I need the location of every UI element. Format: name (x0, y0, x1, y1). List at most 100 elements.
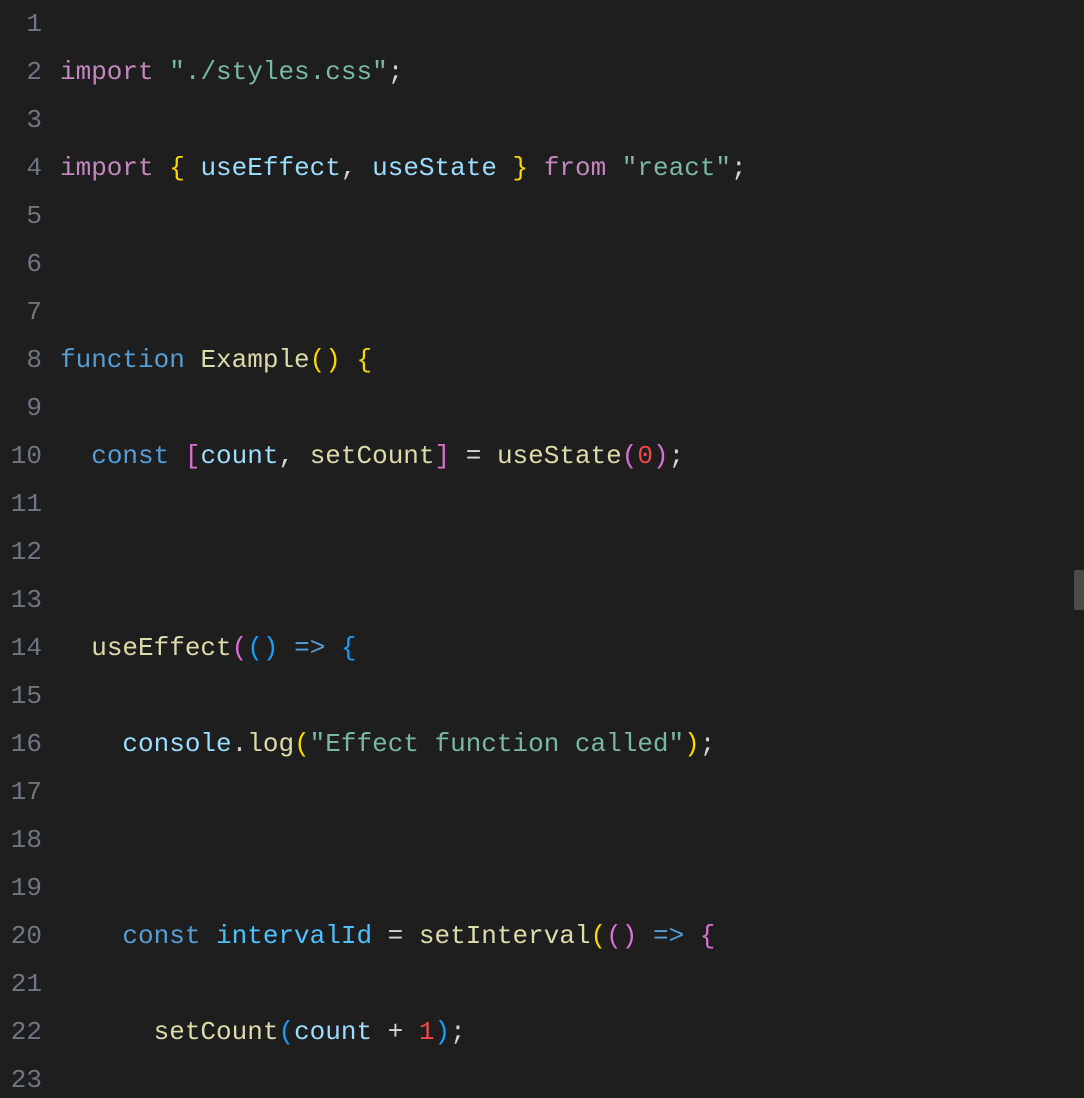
semicolon: ; (731, 153, 747, 183)
sp (154, 153, 170, 183)
line-number: 18 (0, 816, 42, 864)
sp (154, 57, 170, 87)
sp (606, 153, 622, 183)
number-one: 1 (419, 1017, 435, 1047)
comma: , (341, 153, 372, 183)
code-line[interactable]: function Example() { (60, 336, 1084, 384)
brace-open: { (341, 633, 357, 663)
number-zero: 0 (637, 441, 653, 471)
paren-close: ) (622, 921, 638, 951)
keyword-from: from (544, 153, 606, 183)
paren-open: ( (606, 921, 622, 951)
code-line[interactable]: import "./styles.css"; (60, 48, 1084, 96)
code-line[interactable]: const intervalId = setInterval(() => { (60, 912, 1084, 960)
line-number: 22 (0, 1008, 42, 1056)
paren-close: ) (435, 1017, 451, 1047)
fncall-useeffect: useEffect (91, 633, 231, 663)
keyword-import: import (60, 57, 154, 87)
brace-open: { (700, 921, 716, 951)
code-line[interactable]: const [count, setCount] = useState(0); (60, 432, 1084, 480)
line-number: 20 (0, 912, 42, 960)
sp (528, 153, 544, 183)
keyword-import: import (60, 153, 154, 183)
paren-close: ) (684, 729, 700, 759)
fncall-setinterval: setInterval (419, 921, 591, 951)
string-quote: " (622, 153, 638, 183)
code-line[interactable]: setCount(count + 1); (60, 1008, 1084, 1056)
bracket-close: ] (435, 441, 451, 471)
identifier-intervalid: intervalId (216, 921, 372, 951)
comma: , (278, 441, 309, 471)
line-number: 7 (0, 288, 42, 336)
keyword-const: const (122, 921, 200, 951)
brace-close: } (513, 153, 529, 183)
string-literal: react (637, 153, 715, 183)
line-number: 14 (0, 624, 42, 672)
semicolon: ; (450, 1017, 466, 1047)
paren-close: ) (263, 633, 279, 663)
string-quote: " (310, 729, 326, 759)
method-log: log (247, 729, 294, 759)
code-content[interactable]: import "./styles.css"; import { useEffec… (60, 0, 1084, 1098)
paren-close: ) (653, 441, 669, 471)
string-quote: " (372, 57, 388, 87)
code-line[interactable]: import { useEffect, useState } from "rea… (60, 144, 1084, 192)
sp (278, 633, 294, 663)
brace-open: { (169, 153, 185, 183)
dot: . (232, 729, 248, 759)
identifier-console: console (122, 729, 231, 759)
paren-close: ) (325, 345, 341, 375)
line-number: 8 (0, 336, 42, 384)
line-number-gutter: 1 2 3 4 5 6 7 8 9 10 11 12 13 14 15 16 1… (0, 0, 60, 1098)
equals: = (372, 921, 419, 951)
code-line[interactable]: console.log("Effect function called"); (60, 720, 1084, 768)
paren-open: ( (622, 441, 638, 471)
string-quote: " (169, 57, 185, 87)
sp (325, 633, 341, 663)
line-number: 9 (0, 384, 42, 432)
sp (200, 921, 216, 951)
line-number: 23 (0, 1056, 42, 1098)
line-number: 1 (0, 0, 42, 48)
brace-open: { (356, 345, 372, 375)
paren-open: ( (591, 921, 607, 951)
code-line[interactable]: useEffect(() => { (60, 624, 1084, 672)
identifier-count: count (294, 1017, 372, 1047)
identifier-setcount: setCount (310, 441, 435, 471)
vertical-scrollbar[interactable] (1074, 570, 1084, 610)
sp (497, 153, 513, 183)
keyword-function: function (60, 345, 185, 375)
code-line[interactable] (60, 816, 1084, 864)
line-number: 19 (0, 864, 42, 912)
paren-open: ( (247, 633, 263, 663)
function-name-example: Example (200, 345, 309, 375)
string-literal: Effect function called (325, 729, 668, 759)
semicolon: ; (388, 57, 404, 87)
line-number: 3 (0, 96, 42, 144)
fncall-usestate: useState (497, 441, 622, 471)
arrow: => (653, 921, 684, 951)
string-literal: ./styles.css (185, 57, 372, 87)
bracket-open: [ (185, 441, 201, 471)
paren-open: ( (278, 1017, 294, 1047)
identifier-usestate: useState (372, 153, 497, 183)
identifier-count: count (200, 441, 278, 471)
sp (185, 153, 201, 183)
keyword-const: const (91, 441, 169, 471)
line-number: 5 (0, 192, 42, 240)
line-number: 16 (0, 720, 42, 768)
paren-open: ( (294, 729, 310, 759)
line-number: 13 (0, 576, 42, 624)
line-number: 21 (0, 960, 42, 1008)
plus: + (372, 1017, 419, 1047)
sp (341, 345, 357, 375)
line-number: 17 (0, 768, 42, 816)
code-line[interactable] (60, 528, 1084, 576)
code-line[interactable] (60, 240, 1084, 288)
line-number: 4 (0, 144, 42, 192)
line-number: 10 (0, 432, 42, 480)
semicolon: ; (700, 729, 716, 759)
line-number: 12 (0, 528, 42, 576)
sp (185, 345, 201, 375)
paren-open: ( (232, 633, 248, 663)
